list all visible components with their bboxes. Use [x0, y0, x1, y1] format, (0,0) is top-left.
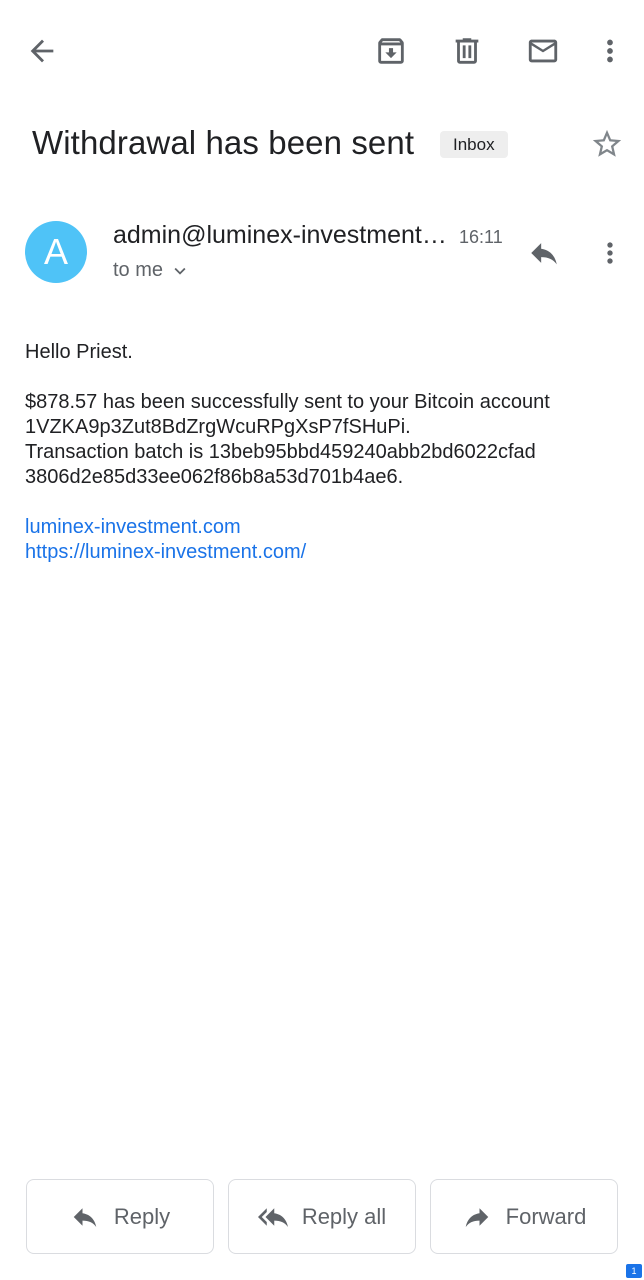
- corner-widget: 1: [618, 1254, 644, 1280]
- trash-icon[interactable]: [443, 27, 491, 75]
- greeting: Hello Priest.: [25, 341, 133, 363]
- recipient-details-toggle[interactable]: to me: [113, 259, 191, 282]
- top-toolbar: [0, 0, 644, 104]
- message-more-icon[interactable]: [588, 230, 632, 276]
- reply-all-label: Reply all: [301, 1203, 387, 1229]
- message-time: 16:11: [459, 227, 503, 247]
- app-badge-icon: 1: [626, 1264, 642, 1278]
- body-line: Transaction batch is 13beb95bbd459240abb…: [25, 441, 536, 463]
- reply-button[interactable]: Reply: [26, 1179, 214, 1254]
- message-actions: Reply Reply all Forward: [0, 1179, 644, 1254]
- sender-header: A admin@luminex-investment.com 16:11 to …: [0, 215, 644, 295]
- sender-address[interactable]: admin@luminex-investment.com: [113, 221, 453, 250]
- forward-label: Forward: [505, 1203, 587, 1229]
- star-icon[interactable]: [585, 122, 629, 166]
- body-line: $878.57 has been successfully sent to yo…: [25, 391, 550, 413]
- avatar[interactable]: A: [25, 221, 87, 283]
- reply-icon[interactable]: [521, 230, 567, 276]
- chevron-down-icon: [174, 267, 186, 275]
- subject-row: Withdrawal has been sent Inbox: [0, 118, 644, 174]
- back-arrow-icon[interactable]: [18, 27, 66, 75]
- email-subject: Withdrawal has been sent: [32, 124, 415, 161]
- forward-button[interactable]: Forward: [430, 1179, 618, 1254]
- archive-icon[interactable]: [367, 27, 415, 75]
- reply-all-icon: [257, 1207, 288, 1227]
- reply-all-button[interactable]: Reply all: [228, 1179, 416, 1254]
- mail-icon[interactable]: [519, 27, 567, 75]
- website-link[interactable]: luminex-investment.com: [25, 515, 625, 540]
- email-body: Hello Priest. $878.57 has been successfu…: [25, 340, 625, 565]
- reply-icon: [73, 1207, 97, 1227]
- reply-label: Reply: [113, 1203, 171, 1229]
- bitcoin-address: 1VZKA9p3Zut8BdZrgWcuRPgXsP7fSHuPi.: [25, 416, 411, 438]
- inbox-label-chip[interactable]: Inbox: [440, 131, 508, 158]
- website-url-link[interactable]: https://luminex-investment.com/: [25, 540, 625, 565]
- more-vert-icon[interactable]: [586, 27, 634, 75]
- forward-icon: [465, 1207, 488, 1227]
- transaction-hash: 3806d2e85d33ee062f86b8a53d701b4ae6.: [25, 466, 404, 488]
- recipient-label: to me: [113, 259, 164, 281]
